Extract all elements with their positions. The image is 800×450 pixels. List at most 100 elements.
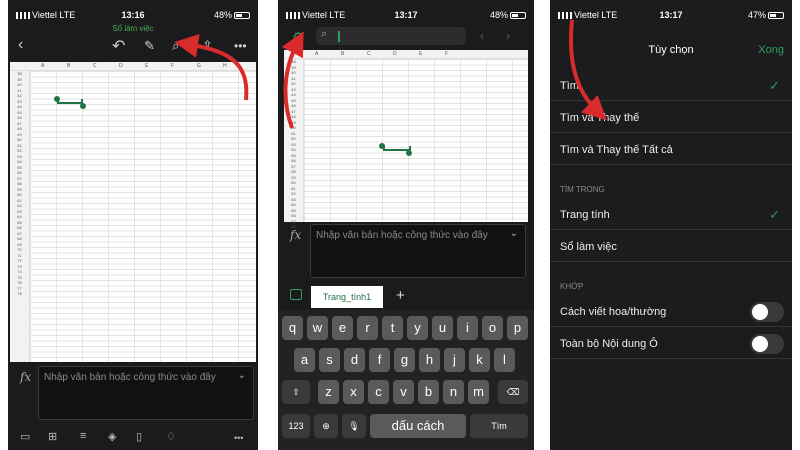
- formula-placeholder: Nhập văn bản hoặc công thức vào đây: [44, 372, 216, 383]
- done-button[interactable]: Xong: [758, 44, 784, 56]
- entire-cell-toggle[interactable]: [750, 334, 784, 354]
- key-a[interactable]: a: [294, 348, 315, 372]
- column-header[interactable]: D: [119, 63, 123, 69]
- gear-icon[interactable]: ⚙: [292, 29, 305, 46]
- filter-icon[interactable]: ≡: [80, 430, 86, 442]
- selection-handle-end[interactable]: [80, 103, 86, 109]
- pen-icon[interactable]: ✎: [144, 38, 155, 54]
- option-sheet[interactable]: Trang tính ✓: [550, 200, 792, 230]
- sheet-icon[interactable]: ▭: [20, 430, 30, 443]
- key-y[interactable]: y: [407, 316, 428, 340]
- table-icon[interactable]: ⊞: [48, 430, 57, 443]
- option-find[interactable]: Tìm ✓: [550, 71, 792, 101]
- formula-placeholder: Nhập văn bản hoặc công thức vào đây: [316, 230, 488, 241]
- key-c[interactable]: c: [368, 380, 389, 404]
- selection-range[interactable]: [57, 99, 83, 104]
- backspace-key[interactable]: ⌫: [498, 380, 528, 404]
- key-p[interactable]: p: [507, 316, 528, 340]
- options-title: Tùy chọn: [648, 44, 694, 56]
- option-workbook[interactable]: Sổ làm việc: [550, 232, 792, 262]
- checkmark-icon: ✓: [769, 78, 780, 93]
- column-header[interactable]: G: [197, 63, 201, 69]
- key-x[interactable]: x: [343, 380, 364, 404]
- key-q[interactable]: q: [282, 316, 303, 340]
- key-e[interactable]: e: [332, 316, 353, 340]
- key-j[interactable]: j: [444, 348, 465, 372]
- formula-input[interactable]: Nhập văn bản hoặc công thức vào đây ⌄: [310, 224, 526, 278]
- shift-key[interactable]: ⇧: [282, 380, 310, 404]
- add-sheet-icon[interactable]: +: [396, 287, 405, 304]
- microphone-key[interactable]: 🎙: [342, 414, 366, 438]
- key-k[interactable]: k: [469, 348, 490, 372]
- selection-handle-start[interactable]: [54, 96, 60, 102]
- column-header[interactable]: F: [445, 51, 448, 57]
- cells[interactable]: [30, 71, 256, 362]
- option-label: Toàn bộ Nội dung Ô: [560, 338, 658, 350]
- column-header[interactable]: A: [315, 51, 318, 57]
- search-return-key[interactable]: Tìm: [470, 414, 528, 438]
- more-icon[interactable]: •••: [234, 433, 243, 443]
- search-input[interactable]: ⌕: [316, 27, 466, 45]
- column-header[interactable]: A: [41, 63, 44, 69]
- column-header[interactable]: E: [419, 51, 422, 57]
- space-key[interactable]: dấu cách: [370, 414, 466, 438]
- option-find-replace[interactable]: Tìm và Thay thế: [550, 103, 792, 133]
- column-header[interactable]: F: [171, 63, 174, 69]
- key-z[interactable]: z: [318, 380, 339, 404]
- next-result-icon[interactable]: ›: [506, 28, 510, 43]
- key-r[interactable]: r: [357, 316, 378, 340]
- key-n[interactable]: n: [443, 380, 464, 404]
- previous-result-icon[interactable]: ‹: [480, 28, 484, 43]
- key-u[interactable]: u: [432, 316, 453, 340]
- column-header[interactable]: H: [223, 63, 227, 69]
- formula-input[interactable]: Nhập văn bản hoặc công thức vào đây ⌄: [38, 366, 254, 420]
- column-header[interactable]: C: [367, 51, 371, 57]
- numbers-key[interactable]: 123: [282, 414, 310, 438]
- undo-icon[interactable]: ↶: [112, 36, 125, 56]
- search-icon[interactable]: ⌕: [172, 38, 179, 54]
- column-header[interactable]: E: [145, 63, 148, 69]
- option-find-replace-all[interactable]: Tìm và Thay thế Tất cả: [550, 135, 792, 165]
- option-label: Tìm và Thay thế: [560, 112, 640, 124]
- fx-icon: fx: [290, 228, 302, 242]
- option-label: Tìm và Thay thế Tất cả: [560, 144, 673, 156]
- key-o[interactable]: o: [482, 316, 503, 340]
- match-case-toggle[interactable]: [750, 302, 784, 322]
- chevron-down-icon[interactable]: ⌄: [510, 228, 518, 239]
- key-h[interactable]: h: [419, 348, 440, 372]
- key-d[interactable]: d: [344, 348, 365, 372]
- key-i[interactable]: i: [457, 316, 478, 340]
- top-toolbar: ‹ ↶ ✎ ⌕ ⇪ •••: [8, 30, 258, 62]
- key-s[interactable]: s: [319, 348, 340, 372]
- cells[interactable]: [304, 59, 528, 222]
- selection-handle-end[interactable]: [406, 150, 412, 156]
- tab-sheet1[interactable]: Trang_tính1: [311, 286, 383, 308]
- row-header[interactable]: 78: [10, 291, 29, 297]
- back-icon[interactable]: ‹: [18, 36, 23, 54]
- key-w[interactable]: w: [307, 316, 328, 340]
- key-b[interactable]: b: [418, 380, 439, 404]
- column-header[interactable]: D: [393, 51, 397, 57]
- share-icon[interactable]: ⇪: [202, 38, 213, 54]
- key-t[interactable]: t: [382, 316, 403, 340]
- battery-icon: [234, 12, 250, 20]
- column-header[interactable]: B: [67, 63, 70, 69]
- selection-handle-start[interactable]: [379, 143, 385, 149]
- key-m[interactable]: m: [468, 380, 489, 404]
- key-v[interactable]: v: [393, 380, 414, 404]
- chevron-down-icon[interactable]: ⌄: [238, 370, 246, 381]
- format-icon[interactable]: ▯: [136, 430, 142, 443]
- column-header[interactable]: C: [93, 63, 97, 69]
- sheets-icon[interactable]: [290, 289, 302, 300]
- more-icon[interactable]: •••: [234, 39, 247, 53]
- lightbulb-icon[interactable]: ♢: [166, 430, 176, 443]
- globe-key[interactable]: ⊕: [314, 414, 338, 438]
- battery-percent: 48%: [213, 10, 232, 20]
- spreadsheet-grid[interactable]: A B C D E F G H 38 39 40 41 42 43 44 45 46 47 48 49 50 51 52 5…: [10, 62, 256, 362]
- key-l[interactable]: l: [494, 348, 515, 372]
- key-f[interactable]: f: [369, 348, 390, 372]
- key-g[interactable]: g: [394, 348, 415, 372]
- fill-color-icon[interactable]: ◈: [108, 430, 116, 443]
- spreadsheet-grid[interactable]: A B C D E F 38 39 40 41 42 43 44 45 46 47 48 49 50 51 52 53 5…: [284, 50, 528, 229]
- column-header[interactable]: B: [341, 51, 344, 57]
